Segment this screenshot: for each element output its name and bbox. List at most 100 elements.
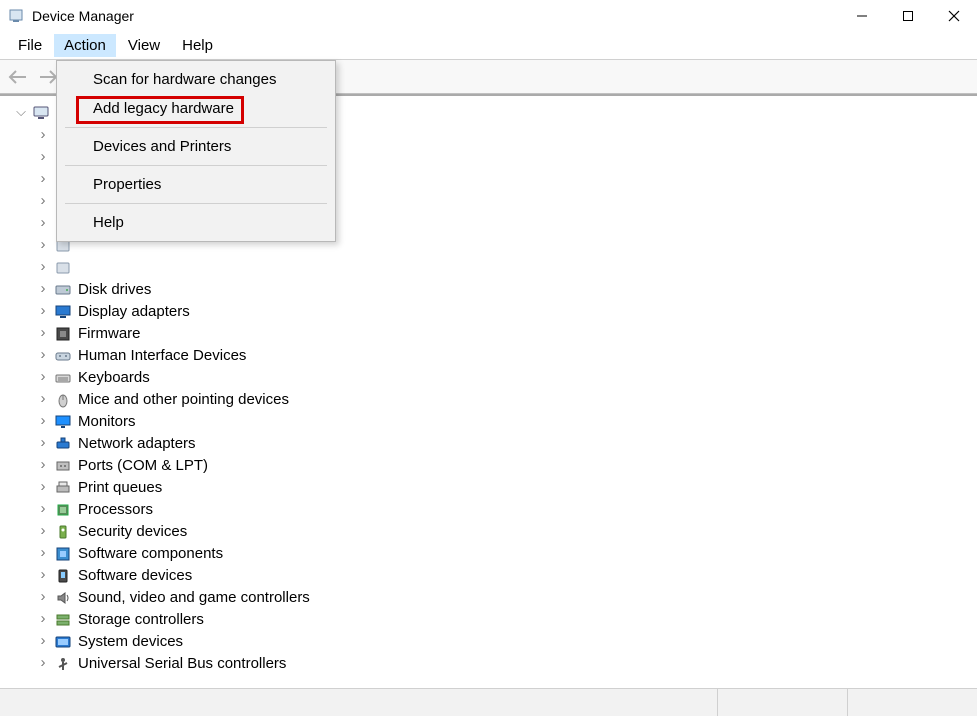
tree-node-label: Disk drives <box>76 279 153 301</box>
tree-node[interactable]: Sound, video and game controllers <box>36 587 977 609</box>
titlebar: Device Manager <box>0 0 977 32</box>
expand-icon[interactable] <box>36 433 50 455</box>
tree-node-label: Security devices <box>76 521 189 543</box>
ports-icon <box>54 457 72 475</box>
tree-node[interactable]: Universal Serial Bus controllers <box>36 653 977 675</box>
expand-icon[interactable] <box>36 653 50 675</box>
expand-icon[interactable] <box>36 191 50 213</box>
tree-node[interactable]: Human Interface Devices <box>36 345 977 367</box>
expand-icon[interactable] <box>36 631 50 653</box>
mouse-icon <box>54 391 72 409</box>
tree-node-label: Network adapters <box>76 433 198 455</box>
tree-node-label: Mice and other pointing devices <box>76 389 291 411</box>
tree-node[interactable]: Software components <box>36 543 977 565</box>
expand-icon[interactable] <box>36 499 50 521</box>
maximize-button[interactable] <box>885 0 931 32</box>
monitor-icon <box>54 413 72 431</box>
expand-icon[interactable] <box>36 213 50 235</box>
menu-properties[interactable]: Properties <box>59 170 333 199</box>
display-icon <box>54 303 72 321</box>
menu-add-legacy-hardware[interactable]: Add legacy hardware <box>59 94 333 123</box>
menu-separator <box>65 165 327 166</box>
hid-icon <box>54 347 72 365</box>
usb-icon <box>54 655 72 673</box>
tree-node[interactable]: Software devices <box>36 565 977 587</box>
tree-node-label: Sound, video and game controllers <box>76 587 312 609</box>
tree-node-label: Firmware <box>76 323 143 345</box>
expand-icon[interactable] <box>36 235 50 257</box>
expand-icon[interactable] <box>36 609 50 631</box>
tree-node[interactable]: Disk drives <box>36 279 977 301</box>
status-cell <box>717 689 847 716</box>
menubar: File Action View Help <box>0 32 977 60</box>
menu-separator <box>65 203 327 204</box>
app-icon <box>8 8 24 24</box>
expand-icon[interactable] <box>36 565 50 587</box>
printer-icon <box>54 479 72 497</box>
menu-action[interactable]: Action <box>54 34 116 57</box>
menu-scan-hardware[interactable]: Scan for hardware changes <box>59 65 333 94</box>
tree-node-label: Print queues <box>76 477 164 499</box>
tree-node[interactable] <box>36 257 977 279</box>
component-icon <box>54 545 72 563</box>
tree-node[interactable]: Firmware <box>36 323 977 345</box>
tree-node[interactable]: Display adapters <box>36 301 977 323</box>
tree-node[interactable]: Mice and other pointing devices <box>36 389 977 411</box>
storage-icon <box>54 611 72 629</box>
status-cell <box>847 689 977 716</box>
menu-separator <box>65 127 327 128</box>
expand-icon[interactable] <box>36 301 50 323</box>
expand-icon[interactable] <box>36 169 50 191</box>
expand-icon[interactable] <box>36 367 50 389</box>
tree-node-label: Storage controllers <box>76 609 206 631</box>
tree-node[interactable]: Monitors <box>36 411 977 433</box>
tree-node-label: Ports (COM & LPT) <box>76 455 210 477</box>
statusbar <box>0 688 977 716</box>
expand-icon[interactable] <box>36 125 50 147</box>
status-cell <box>0 689 717 716</box>
tree-node[interactable]: Processors <box>36 499 977 521</box>
computer-icon <box>32 104 50 122</box>
tree-node[interactable]: Keyboards <box>36 367 977 389</box>
menu-help[interactable]: Help <box>59 208 333 237</box>
disk-icon <box>54 281 72 299</box>
menu-help[interactable]: Help <box>172 34 223 57</box>
security-icon <box>54 523 72 541</box>
back-button[interactable] <box>6 65 30 89</box>
expand-icon[interactable] <box>36 345 50 367</box>
window-title: Device Manager <box>32 8 839 24</box>
tree-node-label: Human Interface Devices <box>76 345 248 367</box>
window-controls <box>839 0 977 32</box>
firmware-icon <box>54 325 72 343</box>
expand-icon[interactable] <box>36 543 50 565</box>
tree-node[interactable]: System devices <box>36 631 977 653</box>
tree-node[interactable]: Print queues <box>36 477 977 499</box>
tree-node[interactable]: Storage controllers <box>36 609 977 631</box>
expand-icon[interactable] <box>36 477 50 499</box>
softdev-icon <box>54 567 72 585</box>
tree-node[interactable]: Network adapters <box>36 433 977 455</box>
expand-icon[interactable] <box>36 389 50 411</box>
expand-icon[interactable] <box>36 279 50 301</box>
expand-icon[interactable] <box>14 101 28 124</box>
tree-node-label: Software components <box>76 543 225 565</box>
menu-devices-printers[interactable]: Devices and Printers <box>59 132 333 161</box>
expand-icon[interactable] <box>36 411 50 433</box>
expand-icon[interactable] <box>36 455 50 477</box>
tree-node[interactable]: Ports (COM & LPT) <box>36 455 977 477</box>
keyboard-icon <box>54 369 72 387</box>
expand-icon[interactable] <box>36 587 50 609</box>
expand-icon[interactable] <box>36 521 50 543</box>
close-button[interactable] <box>931 0 977 32</box>
tree-node-label: Display adapters <box>76 301 192 323</box>
menu-view[interactable]: View <box>118 34 170 57</box>
menu-file[interactable]: File <box>8 34 52 57</box>
tree-node-label: Keyboards <box>76 367 152 389</box>
expand-icon[interactable] <box>36 323 50 345</box>
minimize-button[interactable] <box>839 0 885 32</box>
tree-node[interactable]: Security devices <box>36 521 977 543</box>
expand-icon[interactable] <box>36 257 50 279</box>
tree-node-label: Monitors <box>76 411 138 433</box>
sound-icon <box>54 589 72 607</box>
expand-icon[interactable] <box>36 147 50 169</box>
